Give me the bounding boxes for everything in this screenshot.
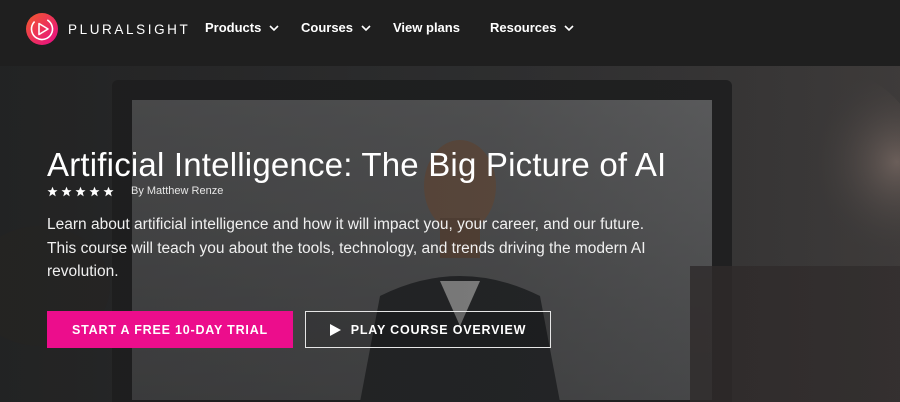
course-meta: By Matthew Renze xyxy=(47,185,223,197)
nav-item-courses[interactable]: Courses xyxy=(301,20,371,35)
pluralsight-logo[interactable]: PLURALSIGHT xyxy=(26,13,190,45)
nav-item-label: Resources xyxy=(490,20,557,35)
star-icon xyxy=(103,186,114,196)
nav-item-resources[interactable]: Resources xyxy=(490,20,575,35)
star-icon xyxy=(61,186,72,196)
nav-item-label: View plans xyxy=(393,20,460,35)
star-icon xyxy=(75,186,86,196)
rating-stars xyxy=(47,186,114,197)
chevron-down-icon xyxy=(269,25,279,32)
play-triangle-icon xyxy=(26,13,58,45)
chevron-down-icon xyxy=(361,25,371,32)
play-button-label: PLAY COURSE OVERVIEW xyxy=(350,322,527,337)
play-course-overview-button[interactable]: PLAY COURSE OVERVIEW xyxy=(305,311,551,348)
nav-item-label: Products xyxy=(205,20,262,35)
course-description: Learn about artificial intelligence and … xyxy=(47,216,646,280)
chevron-down-icon xyxy=(564,25,575,32)
nav-item-view-plans[interactable]: View plans xyxy=(393,20,460,35)
star-icon xyxy=(89,186,100,196)
top-navigation-bar: PLURALSIGHT Products Courses View plans … xyxy=(0,0,900,66)
course-title: Artificial Intelligence: The Big Picture… xyxy=(47,146,667,183)
course-author[interactable]: By Matthew Renze xyxy=(131,185,223,197)
play-icon xyxy=(329,323,341,336)
nav-item-products[interactable]: Products xyxy=(205,20,279,35)
start-free-trial-button[interactable]: START A FREE 10-DAY TRIAL xyxy=(47,311,293,348)
brand-name: PLURALSIGHT xyxy=(68,21,191,37)
course-hero: Artificial Intelligence: The Big Picture… xyxy=(0,66,900,402)
nav-item-label: Courses xyxy=(301,20,354,35)
star-icon xyxy=(47,186,58,196)
